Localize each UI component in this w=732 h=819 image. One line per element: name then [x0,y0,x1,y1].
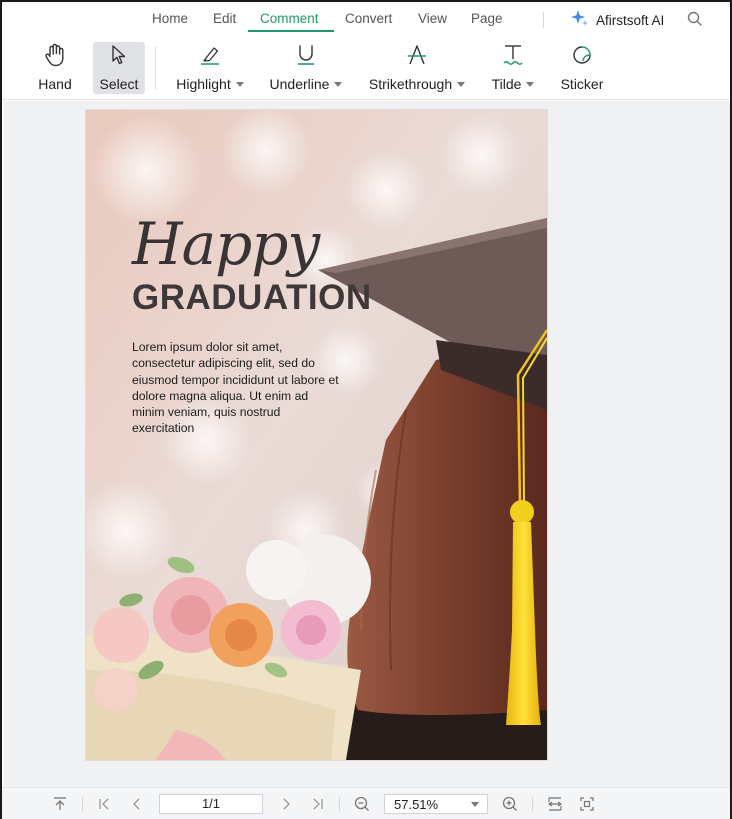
nav-divider [82,797,83,812]
highlight-tool-label: Highlight [176,76,231,92]
body-line: exercitation [132,421,195,436]
sticker-tool-label: Sticker [560,76,604,92]
menu-edit[interactable]: Edit [213,11,236,26]
chevron-down-icon [526,81,535,87]
toolbar-divider [155,46,156,90]
underline-tool-button[interactable]: Underline [269,42,343,94]
next-page-icon[interactable] [278,796,294,812]
app-window: Home Edit Comment Convert View Page Afir… [0,0,732,819]
active-tab-indicator [248,30,334,32]
poster-body-text: Lorem ipsum dolor sit amet, consectetur … [132,339,350,437]
strikethrough-tool-button[interactable]: Strikethrough [367,42,467,94]
body-line: dolore magna aliqua. Ut enim ad [132,388,309,403]
sticker-icon [569,42,595,68]
menu-divider [543,12,544,28]
underline-icon [293,42,319,68]
menu-home[interactable]: Home [152,11,188,26]
tilde-tool-label: Tilde [491,76,522,92]
tilde-tool-button[interactable]: Tilde [491,42,535,94]
sticker-tool-button[interactable]: Sticker [559,42,605,94]
nav-divider [339,797,340,812]
menu-bar: Home Edit Comment Convert View Page Afir… [2,2,730,34]
chevron-down-icon [235,81,244,87]
zoom-level-dropdown[interactable]: 57.51% [384,794,488,814]
menu-page[interactable]: Page [471,11,503,26]
select-tool-button[interactable]: Select [93,42,145,94]
body-line: Lorem ipsum dolor sit amet, [132,340,283,354]
highlight-icon [197,42,223,68]
ai-assistant-label: Afirstsoft AI [596,12,665,28]
nav-divider [532,797,533,812]
document-canvas[interactable]: Happy GRADUATION Lorem ipsum dolor sit a… [4,101,730,787]
menu-view[interactable]: View [418,11,447,26]
chevron-down-icon [457,81,466,87]
menu-convert[interactable]: Convert [345,11,392,26]
body-line: minim veniam, quis nostrud [132,405,281,420]
strikethrough-tool-label: Strikethrough [368,76,453,92]
first-page-icon[interactable] [97,796,113,812]
fit-page-icon[interactable] [579,796,595,812]
strikethrough-icon [404,42,430,68]
last-page-icon[interactable] [309,796,325,812]
sparkle-icon [570,8,590,33]
page-navigation-bar: 1/1 57.51% [2,787,730,819]
hand-tool-button[interactable]: Hand [36,42,74,94]
search-icon[interactable] [687,11,703,27]
comment-toolbar: Hand Select Highlight Underline Striketh… [2,36,730,100]
cursor-icon [106,42,132,68]
page-number-field[interactable]: 1/1 [159,794,263,814]
select-tool-label: Select [99,76,139,92]
tilde-icon [500,42,526,68]
body-line: eiusmod tempor incididunt ut labore et [132,372,339,387]
chevron-down-icon [334,81,343,87]
fit-width-icon[interactable] [547,796,563,812]
zoom-out-icon[interactable] [354,796,370,812]
hand-icon [42,42,68,68]
underline-tool-label: Underline [269,76,330,92]
pdf-page: Happy GRADUATION Lorem ipsum dolor sit a… [86,110,547,760]
hand-tool-label: Hand [38,76,72,92]
zoom-in-icon[interactable] [502,796,518,812]
menu-comment[interactable]: Comment [260,11,319,26]
scroll-to-top-icon[interactable] [52,796,68,812]
chevron-down-icon [471,802,479,807]
highlight-tool-button[interactable]: Highlight [174,42,246,94]
poster-title-script: Happy [132,210,320,278]
zoom-level-value: 57.51% [394,797,439,812]
poster-title-main: GRADUATION [132,278,372,317]
previous-page-icon[interactable] [129,796,145,812]
body-line: consectetur adipiscing elit, sed do [132,356,315,371]
ai-assistant-button[interactable]: Afirstsoft AI [570,8,665,33]
